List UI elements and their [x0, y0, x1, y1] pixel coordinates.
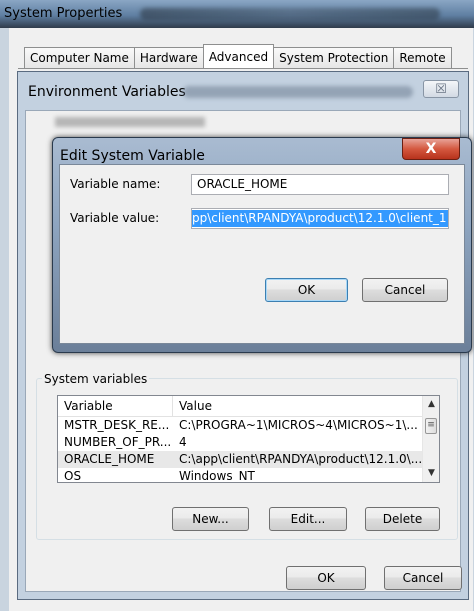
value-cell: C:\app\client\RPANDYA\product\12.1.0\...: [179, 452, 422, 466]
new-button[interactable]: New...: [172, 507, 249, 531]
tab-hardware[interactable]: Hardware: [133, 47, 204, 68]
table-row-selected[interactable]: ORACLE_HOME C:\app\client\RPANDYA\produc…: [58, 451, 422, 468]
close-icon[interactable]: ☒: [423, 80, 459, 98]
blurred-title-text: [140, 8, 440, 20]
vertical-scrollbar[interactable]: ▲ ≡ ▼: [422, 396, 439, 482]
table-row[interactable]: NUMBER_OF_PR... 4: [58, 434, 422, 451]
ok-button[interactable]: OK: [286, 566, 366, 590]
cancel-button[interactable]: Cancel: [384, 566, 462, 590]
scroll-down-icon[interactable]: ▼: [423, 465, 439, 482]
tab-advanced[interactable]: Advanced: [202, 44, 275, 68]
scroll-up-icon[interactable]: ▲: [423, 396, 439, 413]
system-variables-list[interactable]: Variable Value MSTR_DESK_RE... C:\PROGRA…: [57, 395, 440, 483]
blurred-title-text: [183, 86, 413, 98]
value-cell: Windows_NT: [179, 469, 255, 483]
ok-button[interactable]: OK: [265, 278, 348, 302]
delete-button[interactable]: Delete: [365, 507, 440, 531]
variable-cell: ORACLE_HOME: [64, 452, 155, 466]
close-icon[interactable]: X: [402, 138, 460, 160]
blurred-user-variables-label: [55, 117, 205, 127]
value-cell: 4: [179, 435, 187, 449]
tab-system-protection[interactable]: System Protection: [273, 47, 395, 68]
variable-cell: MSTR_DESK_RE...: [64, 418, 170, 432]
variable-cell: OS: [64, 469, 82, 483]
system-variables-label: System variables: [42, 372, 150, 386]
scroll-thumb[interactable]: ≡: [425, 418, 437, 434]
table-row[interactable]: MSTR_DESK_RE... C:\PROGRA~1\MICROS~4\MIC…: [58, 417, 422, 434]
table-row[interactable]: OS Windows_NT: [58, 468, 422, 483]
variable-name-label: Variable name:: [70, 177, 161, 191]
variable-value-field[interactable]: pp\client\RPANDYA\product\12.1.0\client_…: [191, 208, 449, 229]
column-header-variable[interactable]: Variable: [58, 396, 173, 416]
edit-button[interactable]: Edit...: [269, 507, 347, 531]
value-cell: C:\PROGRA~1\MICROS~4\MICROS~1\...: [179, 418, 418, 432]
tab-computer-name[interactable]: Computer Name: [24, 47, 135, 68]
tab-remote[interactable]: Remote: [393, 47, 452, 68]
variable-name-field[interactable]: ORACLE_HOME: [191, 174, 449, 195]
variable-cell: NUMBER_OF_PR...: [64, 435, 172, 449]
variable-value-label: Variable value:: [70, 211, 160, 225]
environment-variables-title: Environment Variables: [28, 84, 186, 100]
column-header-value[interactable]: Value: [173, 396, 422, 416]
selected-text: pp\client\RPANDYA\product\12.1.0\client_…: [192, 210, 448, 227]
list-header: Variable Value: [58, 396, 422, 417]
cancel-button[interactable]: Cancel: [362, 278, 448, 302]
tab-strip: Computer Name Hardware Advanced System P…: [24, 44, 452, 69]
edit-dialog-title: Edit System Variable: [60, 148, 205, 164]
